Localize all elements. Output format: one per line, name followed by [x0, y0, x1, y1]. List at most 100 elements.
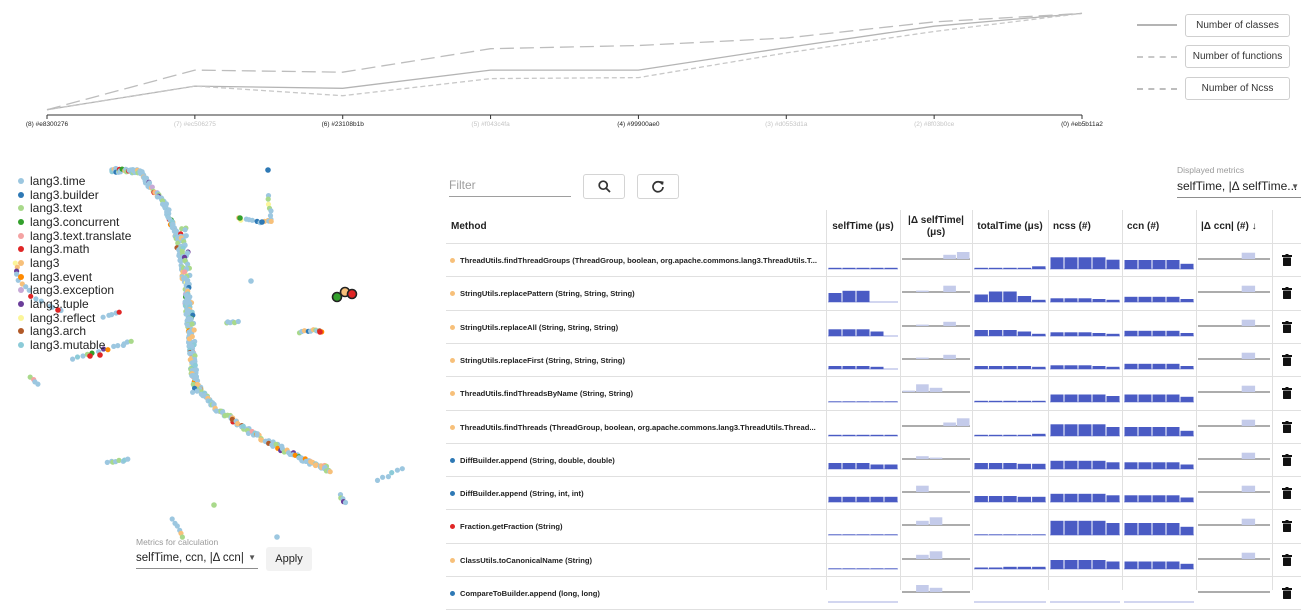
table-row[interactable]: DiffBuilder.append (String, double, doub…: [446, 444, 1301, 477]
commit-tick-label[interactable]: (8) #e8300276: [26, 121, 69, 128]
method-point[interactable]: [254, 432, 260, 438]
delete-icon[interactable]: [1282, 487, 1292, 500]
search-button[interactable]: [583, 174, 625, 199]
column-header-totaltime[interactable]: totalTime (μs): [972, 210, 1048, 243]
delete-icon[interactable]: [1282, 587, 1292, 599]
method-point[interactable]: [265, 196, 271, 202]
table-row[interactable]: StringUtils.replaceFirst (String, String…: [446, 344, 1301, 377]
method-point[interactable]: [346, 288, 358, 300]
delete-icon[interactable]: [1282, 287, 1292, 300]
legend-button-classes[interactable]: Number of classes: [1185, 14, 1290, 37]
method-point[interactable]: [192, 362, 198, 368]
method-point[interactable]: [193, 367, 199, 373]
method-point[interactable]: [194, 388, 200, 394]
package-legend-item[interactable]: lang3.tuple: [18, 297, 131, 311]
commit-tick-label[interactable]: (2) #8f03b0ce: [914, 121, 954, 128]
method-point[interactable]: [394, 467, 400, 473]
method-point[interactable]: [74, 354, 81, 360]
package-legend-item[interactable]: lang3.time: [18, 174, 131, 188]
delete-icon[interactable]: [1282, 420, 1292, 433]
column-header-selftime[interactable]: selfTime (μs): [826, 210, 900, 243]
method-point[interactable]: [174, 523, 180, 529]
package-legend-item[interactable]: lang3.exception: [18, 283, 131, 297]
commit-tick-label[interactable]: (0) #eb5b11a2: [1061, 121, 1103, 128]
column-header-ncss[interactable]: ncss (#): [1048, 210, 1122, 243]
package-legend-item[interactable]: lang3: [18, 256, 131, 270]
method-point[interactable]: [265, 167, 271, 173]
displayed-metrics-select[interactable]: selfTime, |Δ selfTime... ▼: [1177, 177, 1301, 198]
method-point[interactable]: [399, 466, 405, 472]
method-point[interactable]: [274, 534, 280, 540]
method-point[interactable]: [374, 477, 381, 483]
package-legend-item[interactable]: lang3.text: [18, 201, 131, 215]
method-point[interactable]: [327, 469, 333, 475]
method-point[interactable]: [185, 317, 191, 323]
legend-button-ncss[interactable]: Number of Ncss: [1185, 77, 1290, 100]
package-legend-item[interactable]: lang3.math: [18, 242, 131, 256]
package-legend-item[interactable]: lang3.arch: [18, 324, 131, 338]
method-point[interactable]: [235, 318, 241, 325]
method-point[interactable]: [317, 329, 323, 335]
method-point[interactable]: [186, 336, 192, 342]
method-point[interactable]: [182, 227, 188, 233]
delete-icon[interactable]: [1282, 553, 1292, 566]
commit-tick-label[interactable]: (6) #23108b1b: [322, 121, 365, 128]
delete-icon[interactable]: [1282, 353, 1292, 366]
table-row[interactable]: StringUtils.replaceAll (String, String, …: [446, 311, 1301, 344]
method-point[interactable]: [182, 269, 188, 275]
method-point[interactable]: [211, 502, 217, 508]
method-point[interactable]: [125, 456, 131, 462]
column-header-ccn[interactable]: ccn (#): [1122, 210, 1196, 243]
delete-icon[interactable]: [1282, 320, 1292, 333]
method-point[interactable]: [190, 389, 196, 395]
column-header-delta-selftime[interactable]: |Δ selfTime| (μs): [900, 210, 972, 243]
apply-button[interactable]: Apply: [266, 547, 312, 571]
method-point[interactable]: [268, 208, 274, 214]
column-header-method[interactable]: Method: [446, 210, 826, 243]
method-point[interactable]: [389, 470, 395, 476]
table-row[interactable]: StringUtils.replacePattern (String, Stri…: [446, 277, 1301, 310]
method-point[interactable]: [87, 353, 93, 359]
delete-icon[interactable]: [1282, 254, 1292, 266]
table-row[interactable]: CompareToBuilder.append (long, long): [446, 577, 1301, 610]
method-point[interactable]: [268, 218, 274, 224]
method-point[interactable]: [191, 327, 197, 333]
commit-tick-label[interactable]: (4) #99900ae0: [617, 121, 660, 128]
delete-icon[interactable]: [1282, 387, 1292, 400]
package-legend-item[interactable]: lang3.mutable: [18, 338, 131, 352]
method-point[interactable]: [169, 516, 175, 522]
delete-icon[interactable]: [1282, 453, 1292, 466]
package-legend-item[interactable]: lang3.event: [18, 270, 131, 284]
table-row[interactable]: DiffBuilder.append (String, int, int): [446, 477, 1301, 510]
method-point[interactable]: [104, 459, 110, 465]
package-legend-item[interactable]: lang3.text.translate: [18, 229, 131, 243]
table-row[interactable]: ThreadUtils.findThreadGroups (ThreadGrou…: [446, 244, 1301, 277]
legend-button-functions[interactable]: Number of functions: [1185, 45, 1290, 68]
method-point[interactable]: [249, 217, 255, 223]
refresh-button[interactable]: [637, 174, 679, 199]
method-point[interactable]: [248, 278, 254, 284]
method-point[interactable]: [97, 352, 103, 358]
commit-tick-label[interactable]: (7) #ec506275: [174, 121, 216, 128]
method-point[interactable]: [184, 295, 190, 301]
method-point[interactable]: [187, 350, 193, 356]
delete-icon[interactable]: [1282, 520, 1292, 533]
table-row[interactable]: Fraction.getFraction (String): [446, 510, 1301, 543]
method-point[interactable]: [70, 356, 76, 362]
package-legend-item[interactable]: lang3.concurrent: [18, 215, 131, 229]
filter-input[interactable]: Filter: [449, 175, 571, 197]
method-point[interactable]: [35, 381, 41, 387]
table-row[interactable]: ThreadUtils.findThreads (ThreadGroup, bo…: [446, 411, 1301, 444]
table-row[interactable]: ThreadUtils.findThreadsByName (String, S…: [446, 377, 1301, 410]
column-header-delta-ccn[interactable]: |Δ ccn| (#) ↓: [1196, 210, 1272, 243]
package-legend-item[interactable]: lang3.builder: [18, 188, 131, 202]
commit-tick-label[interactable]: (3) #d0553d1a: [765, 121, 808, 128]
method-point[interactable]: [385, 474, 391, 480]
method-point[interactable]: [380, 474, 386, 480]
method-point[interactable]: [237, 215, 243, 221]
method-point[interactable]: [259, 219, 265, 225]
calc-metrics-select[interactable]: selfTime, ccn, |Δ ccn| ▼: [136, 549, 258, 569]
table-row[interactable]: ClassUtils.toCanonicalName (String): [446, 544, 1301, 577]
package-legend-item[interactable]: lang3.reflect: [18, 311, 131, 325]
method-point[interactable]: [342, 499, 349, 506]
